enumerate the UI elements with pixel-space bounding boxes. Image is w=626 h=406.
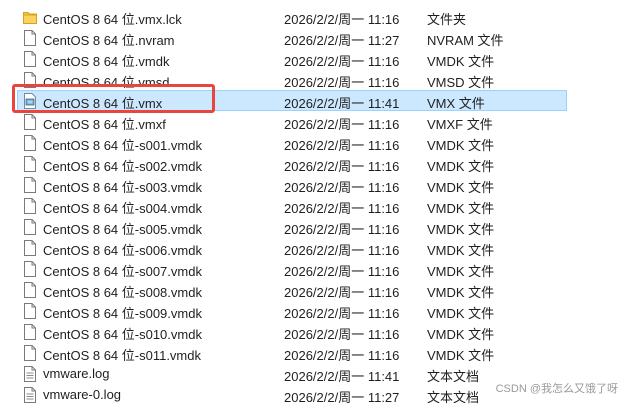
file-type: 文件夹 [427, 12, 467, 27]
file-name[interactable]: CentOS 8 64 位.nvram [43, 30, 175, 49]
file-name[interactable]: CentOS 8 64 位-s005.vmdk [43, 219, 202, 238]
file-name[interactable]: CentOS 8 64 位-s006.vmdk [43, 240, 202, 259]
file-type: VMDK 文件 [427, 180, 495, 195]
file-type: VMX 文件 [427, 96, 485, 111]
file-name[interactable]: CentOS 8 64 位-s002.vmdk [43, 156, 202, 175]
file-icon [23, 282, 37, 298]
file-date-modified: 2026/2/2/周一 11:16 [284, 285, 400, 300]
file-name[interactable]: vmware.log [43, 366, 109, 381]
file-type: VMDK 文件 [427, 285, 495, 300]
file-type: VMDK 文件 [427, 348, 495, 363]
file-icon [23, 30, 37, 46]
file-row[interactable]: CentOS 8 64 位-s002.vmdk 2026/2/2/周一 11:16… [0, 153, 626, 174]
file-row[interactable]: CentOS 8 64 位.vmsd 2026/2/2/周一 11:16 VMSD … [0, 69, 626, 90]
file-icon [23, 240, 37, 256]
file-date-modified: 2026/2/2/周一 11:16 [284, 243, 400, 258]
file-row[interactable]: CentOS 8 64 位-s009.vmdk 2026/2/2/周一 11:16… [0, 300, 626, 321]
file-date-modified: 2026/2/2/周一 11:27 [284, 33, 400, 48]
file-date-modified: 2026/2/2/周一 11:16 [284, 117, 400, 132]
file-row[interactable]: CentOS 8 64 位-s001.vmdk 2026/2/2/周一 11:16… [0, 132, 626, 153]
file-date-modified: 2026/2/2/周一 11:16 [284, 201, 400, 216]
file-type: VMDK 文件 [427, 222, 495, 237]
file-date-modified: 2026/2/2/周一 11:16 [284, 180, 400, 195]
file-icon [23, 303, 37, 319]
file-name[interactable]: CentOS 8 64 位-s003.vmdk [43, 177, 202, 196]
file-date-modified: 2026/2/2/周一 11:16 [284, 348, 400, 363]
file-row[interactable]: CentOS 8 64 位.vmdk 2026/2/2/周一 11:16 VMDK … [0, 48, 626, 69]
file-type: VMDK 文件 [427, 243, 495, 258]
file-type: VMXF 文件 [427, 117, 493, 132]
file-date-modified: 2026/2/2/周一 11:41 [284, 96, 400, 111]
file-name[interactable]: CentOS 8 64 位.vmdk [43, 51, 169, 70]
file-row[interactable]: CentOS 8 64 位-s006.vmdk 2026/2/2/周一 11:16… [0, 237, 626, 258]
file-row[interactable]: CentOS 8 64 位-s003.vmdk 2026/2/2/周一 11:16… [0, 174, 626, 195]
file-row[interactable]: CentOS 8 64 位-s007.vmdk 2026/2/2/周一 11:16… [0, 258, 626, 279]
file-row[interactable]: CentOS 8 64 位.nvram 2026/2/2/周一 11:27 NVRA… [0, 27, 626, 48]
file-date-modified: 2026/2/2/周一 11:16 [284, 306, 400, 321]
file-name[interactable]: CentOS 8 64 位-s009.vmdk [43, 303, 202, 322]
file-type: 文本文档 [427, 369, 480, 384]
file-name[interactable]: CentOS 8 64 位-s004.vmdk [43, 198, 202, 217]
file-row[interactable]: CentOS 8 64 位.vmx.lck 2026/2/2/周一 11:16 文件… [0, 6, 626, 27]
file-name[interactable]: CentOS 8 64 位.vmxf [43, 114, 166, 133]
file-icon [23, 135, 37, 151]
file-name[interactable]: CentOS 8 64 位-s007.vmdk [43, 261, 202, 280]
file-row[interactable]: CentOS 8 64 位-s004.vmdk 2026/2/2/周一 11:16… [0, 195, 626, 216]
file-name[interactable]: CentOS 8 64 位.vmsd [43, 72, 169, 91]
text-file-icon [23, 387, 37, 403]
file-name[interactable]: CentOS 8 64 位-s001.vmdk [43, 135, 202, 154]
vmx-file-icon [23, 93, 37, 109]
file-date-modified: 2026/2/2/周一 11:16 [284, 75, 400, 90]
file-date-modified: 2026/2/2/周一 11:16 [284, 327, 400, 342]
file-icon [23, 219, 37, 235]
file-icon [23, 177, 37, 193]
file-date-modified: 2026/2/2/周一 11:16 [284, 222, 400, 237]
file-date-modified: 2026/2/2/周一 11:16 [284, 159, 400, 174]
file-type: VMDK 文件 [427, 327, 495, 342]
file-icon [23, 324, 37, 340]
file-type: VMDK 文件 [427, 306, 495, 321]
file-date-modified: 2026/2/2/周一 11:16 [284, 138, 400, 153]
file-name[interactable]: CentOS 8 64 位-s011.vmdk [43, 345, 201, 364]
file-icon [23, 156, 37, 172]
file-type: VMDK 文件 [427, 159, 495, 174]
file-icon [23, 72, 37, 88]
file-row[interactable]: CentOS 8 64 位-s010.vmdk 2026/2/2/周一 11:16… [0, 321, 626, 342]
file-type: VMDK 文件 [427, 264, 495, 279]
file-row[interactable]: CentOS 8 64 位.vmxf 2026/2/2/周一 11:16 VMXF … [0, 111, 626, 132]
file-date-modified: 2026/2/2/周一 11:16 [284, 264, 400, 279]
file-type: 文本文档 [427, 390, 480, 405]
file-type: VMDK 文件 [427, 54, 495, 69]
file-row[interactable]: CentOS 8 64 位-s005.vmdk 2026/2/2/周一 11:16… [0, 216, 626, 237]
text-file-icon [23, 366, 37, 382]
file-icon [23, 51, 37, 67]
file-type: VMSD 文件 [427, 75, 495, 90]
file-date-modified: 2026/2/2/周一 11:16 [284, 12, 400, 27]
file-name[interactable]: CentOS 8 64 位-s010.vmdk [43, 324, 202, 343]
file-icon [23, 345, 37, 361]
file-date-modified: 2026/2/2/周一 11:41 [284, 369, 400, 384]
folder-icon [23, 9, 37, 25]
file-row-selected[interactable]: CentOS 8 64 位.vmx 2026/2/2/周一 11:41 VMX 文件 [0, 90, 626, 111]
file-date-modified: 2026/2/2/周一 11:16 [284, 54, 400, 69]
file-icon [23, 261, 37, 277]
file-name[interactable]: CentOS 8 64 位.vmx [43, 93, 162, 112]
file-name[interactable]: CentOS 8 64 位-s008.vmdk [43, 282, 202, 301]
file-row[interactable]: CentOS 8 64 位-s011.vmdk 2026/2/2/周一 11:16… [0, 342, 626, 363]
file-type: VMDK 文件 [427, 201, 495, 216]
file-row[interactable]: CentOS 8 64 位-s008.vmdk 2026/2/2/周一 11:16… [0, 279, 626, 300]
file-date-modified: 2026/2/2/周一 11:27 [284, 390, 400, 405]
file-name[interactable]: CentOS 8 64 位.vmx.lck [43, 9, 182, 28]
file-type: NVRAM 文件 [427, 33, 504, 48]
file-type: VMDK 文件 [427, 138, 495, 153]
file-name[interactable]: vmware-0.log [43, 387, 121, 402]
file-icon [23, 198, 37, 214]
watermark: CSDN @我怎么又饿了呀 [495, 383, 618, 395]
file-icon [23, 114, 37, 130]
